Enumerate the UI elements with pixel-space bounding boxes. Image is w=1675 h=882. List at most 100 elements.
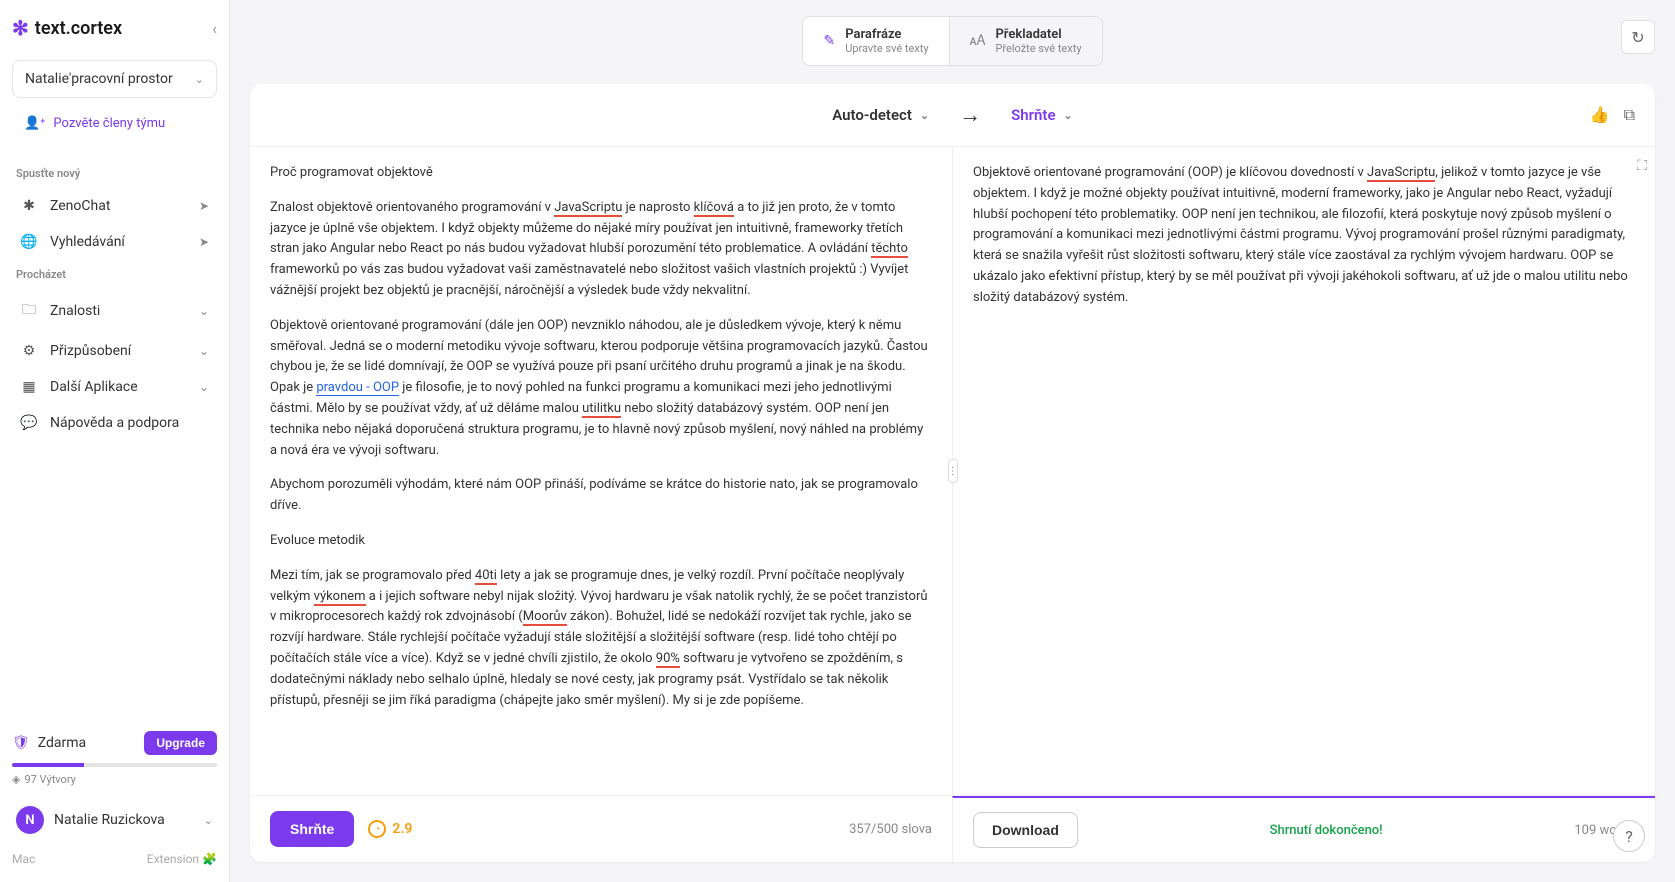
score-value: 2.9 [392,821,412,837]
nav-zenochat-label: ZenoChat [50,198,187,214]
footer-links: Mac Extension 🧩 [12,852,217,866]
usage-progress-fill [12,763,84,767]
card-body: Proč programovat objektově Znalost objek… [250,147,1655,795]
spellcheck-mark: klíčová [694,200,734,217]
arrow-right-icon: ➤ [199,235,209,249]
nav-knowledge[interactable]: 🗀 Znalosti ⌄ [12,289,217,333]
score-display[interactable]: ◔ 2.9 [368,820,412,838]
summarize-button[interactable]: Shrňte [270,811,354,847]
help-icon: 💬 [20,415,38,431]
usage-progress [12,763,217,767]
tab-paraphrase[interactable]: ✎ Parafráze Upravte své texty [802,16,949,66]
input-heading-2: Evoluce metodik [270,531,932,552]
spellcheck-mark: JavaScriptu [554,200,622,217]
link-mark: pravdou - OOP [316,380,399,396]
credit-icon: ◈ [12,773,20,786]
history-icon: ↻ [1631,28,1644,47]
gauge-icon: ◔ [368,820,386,838]
creations-label: 97 Výtvory [24,773,75,786]
translate-icon: 🗚 [970,33,986,49]
source-lang-select[interactable]: Auto-detect ⌄ [832,106,929,124]
history-button[interactable]: ↻ [1621,20,1655,54]
chevron-down-icon: ⌄ [199,380,209,394]
chat-icon: ✱ [20,198,38,214]
logo-row: ✻ text.cortex ‹ [12,16,217,40]
user-plus-icon: 👤⁺ [24,116,45,131]
chevron-down-icon: ⌄ [204,814,213,827]
copy-icon[interactable]: ⧉ [1624,105,1635,125]
wand-icon: ✎ [823,33,835,49]
input-para-3: Abychom porozuměli výhodám, které nám OO… [270,475,932,517]
nav-customize[interactable]: ⚙ Přizpůsobení ⌄ [12,333,217,369]
mac-link[interactable]: Mac [12,852,38,866]
card-footer: Shrňte ◔ 2.9 357/500 slova Download Shrn… [250,795,1655,862]
header-actions: 👍 ⧉ [1590,105,1635,125]
spellcheck-mark: výkonem [314,589,366,606]
folder-icon: 🗀 [20,299,38,323]
extension-link[interactable]: Extension 🧩 [147,852,217,866]
tab-translator-sub: Přeložte své texty [995,42,1081,55]
nav-more-apps[interactable]: ▦ Další Aplikace ⌄ [12,369,217,405]
expand-icon[interactable]: ⛶ [1637,155,1647,177]
arrow-right-icon: → [959,102,981,128]
section-start-new: Spusťte nový [16,167,213,180]
workspace-selector[interactable]: Natalie'pracovní prostor ⌄ [12,60,217,98]
tab-translator[interactable]: 🗚 Překladatel Přeložte své texty [950,16,1103,66]
tab-text: Překladatel Přeložte své texty [995,27,1081,55]
sliders-icon: ⚙ [20,343,38,359]
grid-icon: ▦ [20,379,38,395]
footer-right: Download Shrnutí dokončeno! 109 words [952,796,1655,862]
spellcheck-mark: JavaScriptu [1367,165,1435,182]
tab-text: Parafráze Upravte své texty [845,27,928,55]
chevron-down-icon: ⌄ [199,344,209,358]
spellcheck-mark: 40ti [475,568,497,585]
nav-zenochat[interactable]: ✱ ZenoChat ➤ [12,188,217,224]
help-floating-button[interactable]: ? [1613,820,1645,852]
output-para-1: Objektově orientované programování (OOP)… [973,163,1635,309]
thumbs-up-icon[interactable]: 👍 [1590,105,1610,125]
download-button[interactable]: Download [973,812,1078,848]
plan-name: Zdarma [38,735,86,751]
nav-search[interactable]: 🌐 Vyhledávání ➤ [12,224,217,260]
splitter-handle[interactable]: ⋮ [948,459,958,483]
collapse-sidebar-icon[interactable]: ‹ [212,19,217,38]
main-area: ✎ Parafráze Upravte své texty 🗚 Překlada… [230,0,1675,882]
content-card: Auto-detect ⌄ → Shrňte ⌄ 👍 ⧉ Proč progra… [250,84,1655,862]
spellcheck-mark: utilitku [582,401,621,418]
invite-label: Pozvěte členy týmu [53,116,165,131]
target-mode-select[interactable]: Shrňte ⌄ [1011,106,1073,124]
input-pane[interactable]: Proč programovat objektově Znalost objek… [250,147,953,795]
input-para-4: Mezi tím, jak se programovalo před 40ti … [270,566,932,712]
nav-help-label: Nápověda a podpora [50,415,209,431]
avatar: N [16,806,44,834]
tab-paraphrase-sub: Upravte své texty [845,42,928,55]
logo[interactable]: ✻ text.cortex [12,16,122,40]
logo-icon: ✻ [12,16,29,40]
input-para-2: Objektově orientované programování (dále… [270,316,932,462]
user-menu[interactable]: N Natalie Ruzickova ⌄ [12,798,217,842]
footer-left: Shrňte ◔ 2.9 357/500 slova [250,796,952,862]
chevron-down-icon: ⌄ [199,304,209,318]
upgrade-button[interactable]: Upgrade [144,731,217,755]
spellcheck-mark: 90% [656,651,680,668]
nav-help[interactable]: 💬 Nápověda a podpora [12,405,217,441]
chevron-down-icon: ⌄ [195,73,204,86]
puzzle-icon: 🧩 [202,852,217,866]
nav-more-apps-label: Další Aplikace [50,379,187,395]
chevron-down-icon: ⌄ [920,109,929,122]
output-pane[interactable]: ⛶ Objektově orientované programování (OO… [953,147,1655,795]
nav-customize-label: Přizpůsobení [50,343,187,359]
shield-icon: 🛡 [12,735,30,751]
tab-paraphrase-title: Parafráze [845,27,928,42]
status-text: Shrnutí dokončeno! [1092,823,1560,838]
invite-team-button[interactable]: 👤⁺ Pozvěte členy týmu [12,108,217,139]
source-lang-label: Auto-detect [832,106,912,124]
word-count-left: 357/500 slova [849,822,932,837]
spellcheck-mark: Moorův [523,609,567,626]
plan-label: 🛡 Zdarma [12,735,86,751]
brand-text: text.cortex [35,18,122,39]
sidebar: ✻ text.cortex ‹ Natalie'pracovní prostor… [0,0,230,882]
workspace-name: Natalie'pracovní prostor [25,71,173,87]
creations-count: ◈ 97 Výtvory [12,773,217,786]
top-tabs: ✎ Parafráze Upravte své texty 🗚 Překlada… [230,0,1675,74]
